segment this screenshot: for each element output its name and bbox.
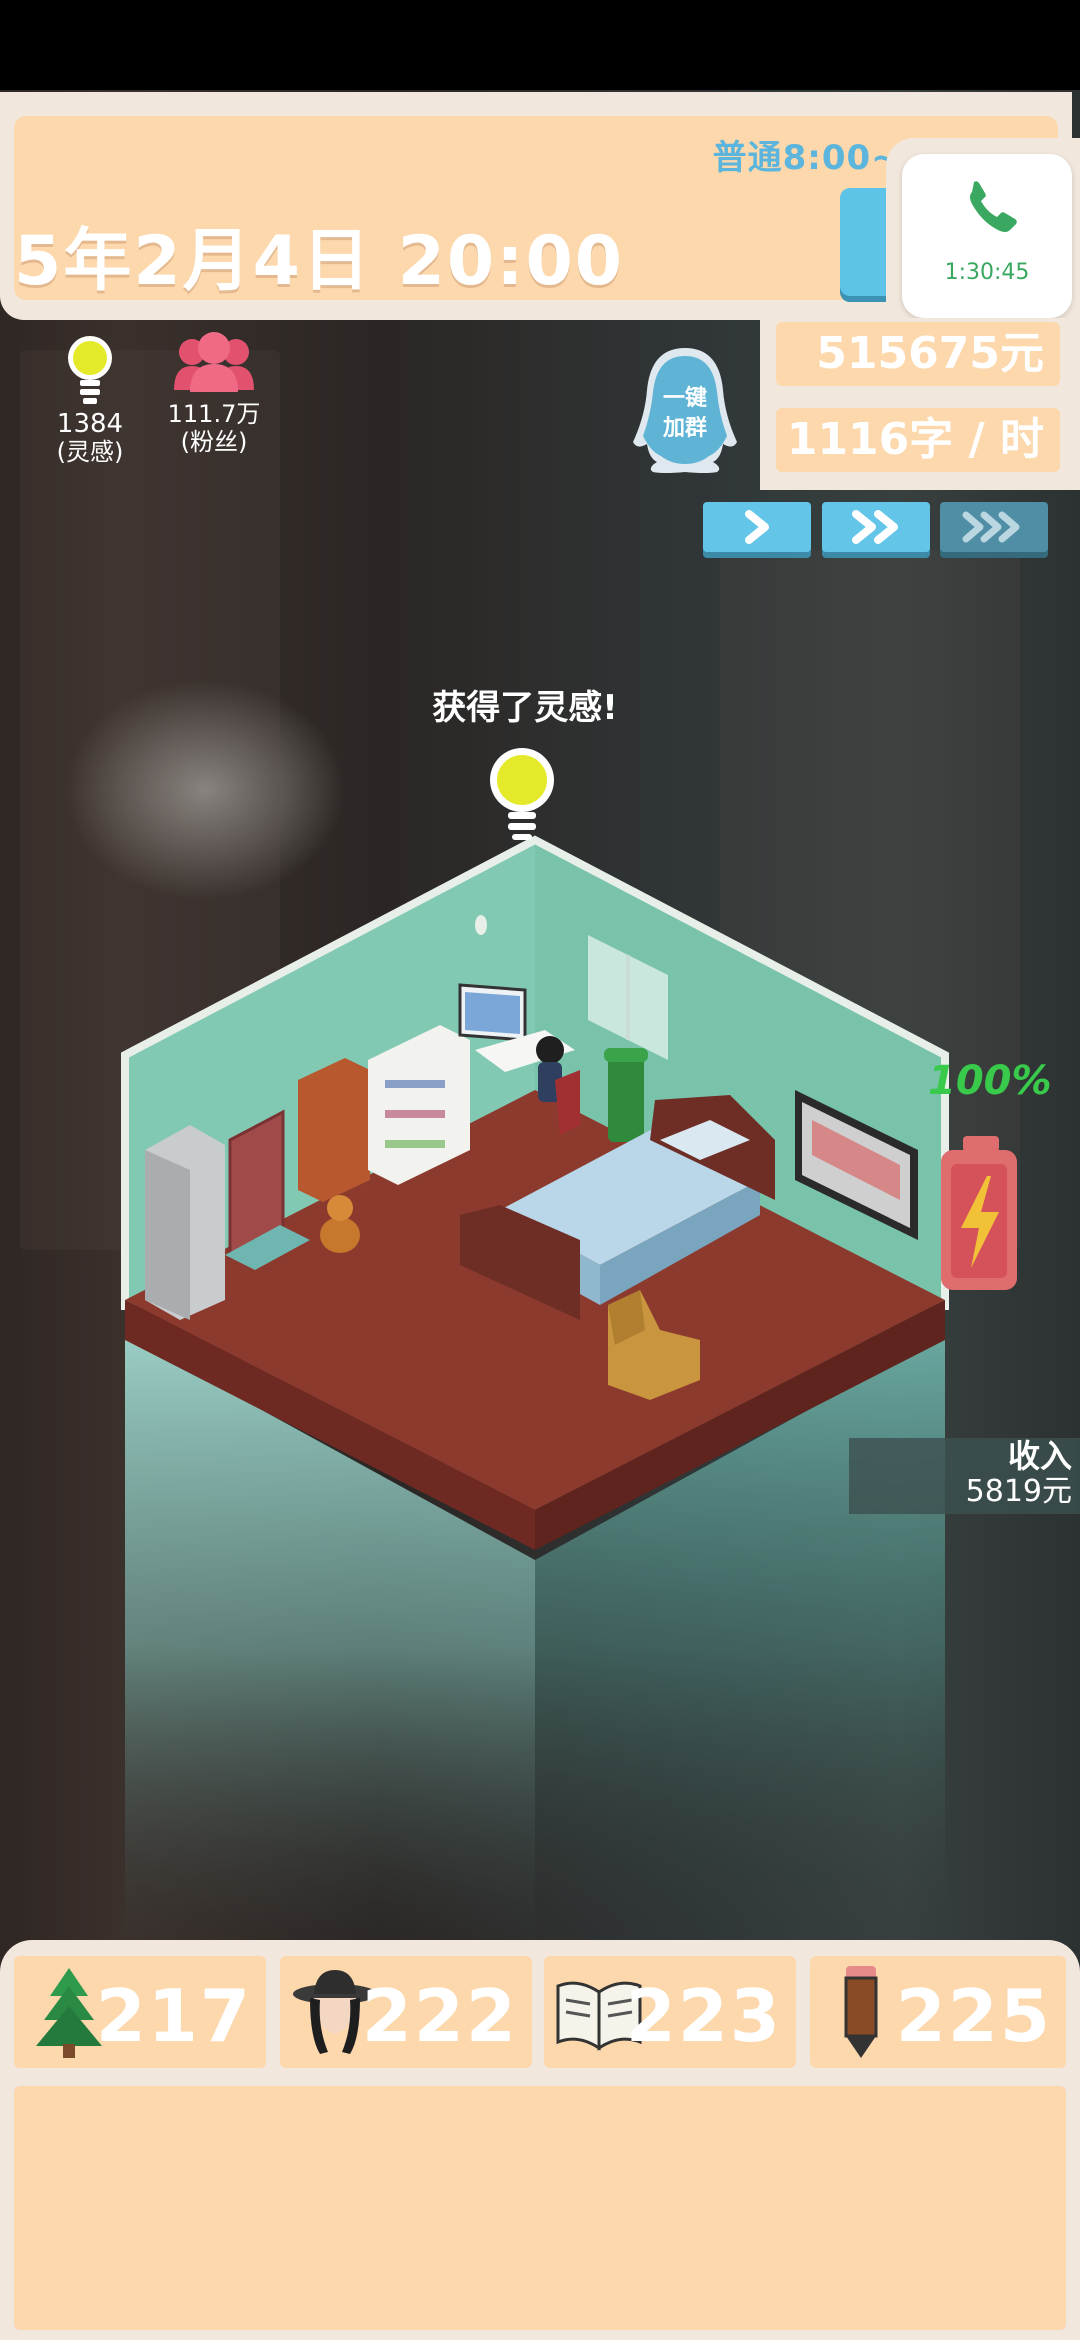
message-area (14, 2086, 1066, 2330)
character-value: 222 (361, 1974, 518, 2058)
wooden-cabinet[interactable] (298, 1058, 370, 1202)
pencil-value: 225 (895, 1974, 1052, 2058)
battery-percent: 100% (928, 1058, 1052, 1104)
green-mailbox[interactable] (604, 1048, 648, 1142)
tree-value: 217 (95, 1974, 252, 2058)
battery-icon[interactable] (935, 1128, 1025, 1298)
air-conditioner[interactable] (145, 1125, 225, 1320)
wall-clock (475, 915, 487, 935)
income-label: 收入 (1007, 1437, 1072, 1475)
resource-tile-tree[interactable]: 217 (14, 1956, 266, 2068)
book-value: 223 (625, 1974, 782, 2058)
resource-panel: 217 222 223 225 (0, 1940, 1080, 2340)
income-display: 收入 5819元 (849, 1438, 1080, 1514)
resource-tile-character[interactable]: 222 (280, 1956, 532, 2068)
resource-tile-pencil[interactable]: 225 (810, 1956, 1066, 2068)
room-lightbulb-icon (490, 748, 554, 840)
income-value: 5819元 (965, 1474, 1072, 1509)
resource-tile-book[interactable]: 223 (544, 1956, 796, 2068)
